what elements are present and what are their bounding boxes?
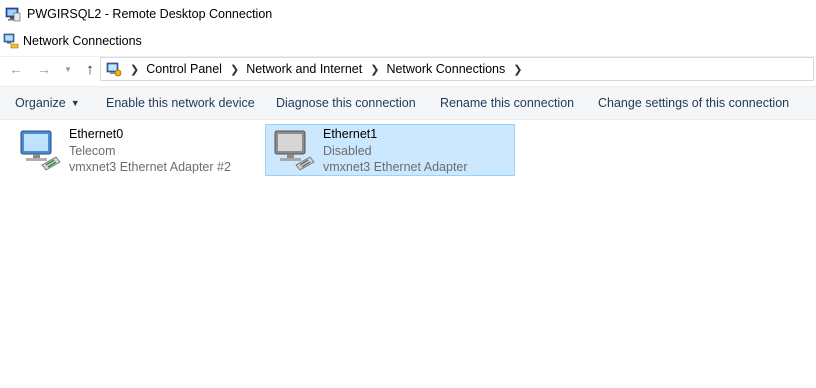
rdp-title: PWGIRSQL2 - Remote Desktop Connection [27,7,273,21]
address-box[interactable]: ❯ Control Panel ❯ Network and Internet ❯… [100,57,814,81]
organize-label: Organize [15,96,66,110]
connection-status: Disabled [323,143,372,158]
network-adapter-icon [20,130,61,171]
diagnose-connection-button[interactable]: Diagnose this connection [276,87,416,119]
breadcrumb-network-connections[interactable]: Network Connections [386,62,505,76]
connection-adapter: vmxnet3 Ethernet Adapter [323,160,468,174]
breadcrumb-expand-icon[interactable]: ❯ [513,63,522,76]
forward-arrow-icon[interactable]: → [34,59,54,79]
breadcrumb-separator-icon: ❯ [370,63,380,76]
breadcrumb-control-panel[interactable]: Control Panel [146,62,222,76]
connection-item-ethernet0[interactable]: Ethernet0 Telecom vmxnet3 Ethernet Adapt… [12,125,252,175]
organize-button[interactable]: Organize ▼ [15,87,80,119]
network-adapter-disabled-icon [274,130,315,171]
chevron-down-icon[interactable]: ▼ [58,59,78,79]
organize-caret-icon: ▼ [70,98,80,108]
breadcrumb-network-and-internet[interactable]: Network and Internet [246,62,362,76]
remote-desktop-icon [5,7,21,22]
connection-name: Ethernet1 [323,127,378,141]
breadcrumb-separator-icon: ❯ [130,63,140,76]
command-bar: Organize ▼ Enable this network device Di… [0,86,816,120]
back-arrow-icon[interactable]: ← [6,59,26,79]
connection-status: Telecom [69,143,116,158]
rdp-title-bar: PWGIRSQL2 - Remote Desktop Connection [0,0,816,28]
change-settings-button[interactable]: Change settings of this connection [598,87,789,119]
connection-item-ethernet1[interactable]: Ethernet1 Disabled vmxnet3 Ethernet Adap… [265,124,515,176]
network-connections-icon [3,33,19,49]
control-panel-icon [106,62,122,77]
breadcrumb-separator-icon: ❯ [229,63,240,76]
address-bar-row: ← → ▼ ↑ ❯ Control Panel ❯ Network and In… [0,56,816,81]
up-arrow-icon[interactable]: ↑ [80,59,100,79]
connection-name: Ethernet0 [69,127,124,141]
enable-device-button[interactable]: Enable this network device [106,87,255,119]
window-title: Network Connections [23,34,142,48]
rename-connection-button[interactable]: Rename this connection [440,87,574,119]
window-title-bar: Network Connections [0,28,816,54]
connection-adapter: vmxnet3 Ethernet Adapter #2 [69,160,231,174]
